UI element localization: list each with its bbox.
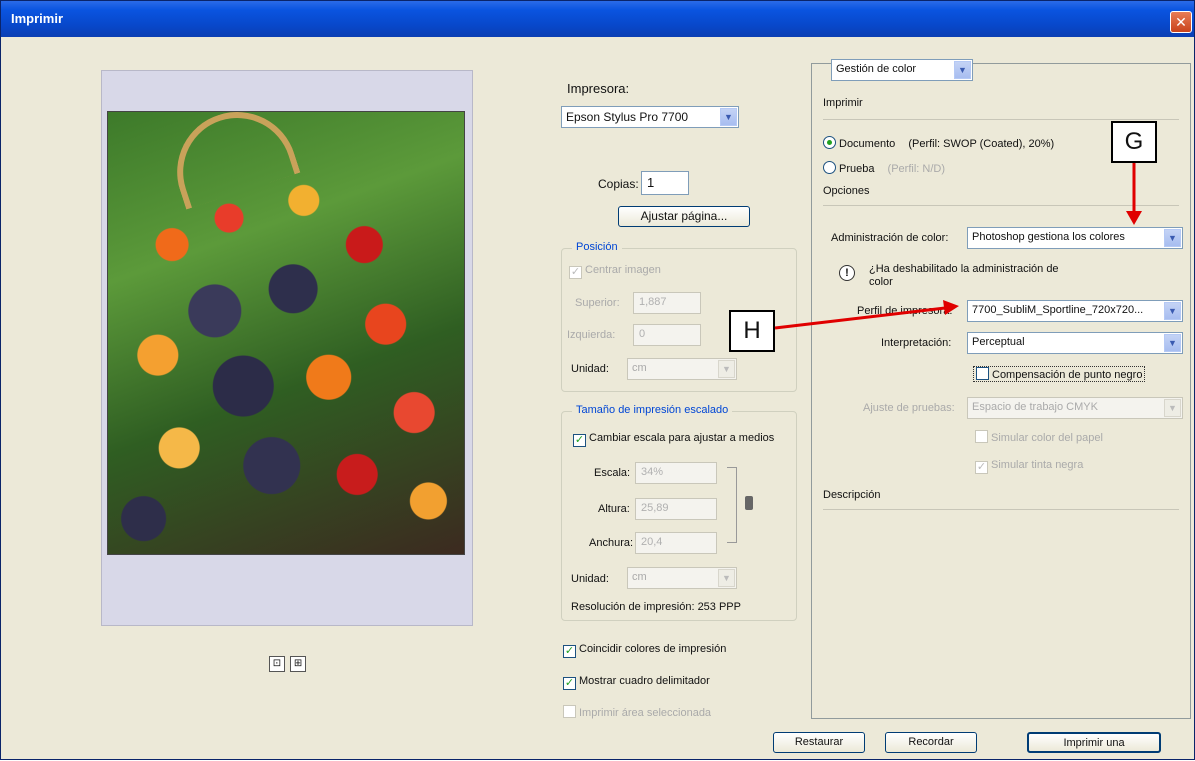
print-dialog: Imprimir ✕ ⊡ ⊞ Impresora: Epson Stylus P… — [0, 0, 1195, 760]
annotation-arrows — [774, 163, 1142, 330]
arrow-g-head — [1126, 211, 1142, 225]
arrow-h-line — [774, 306, 946, 330]
arrow-h-head — [943, 300, 959, 315]
